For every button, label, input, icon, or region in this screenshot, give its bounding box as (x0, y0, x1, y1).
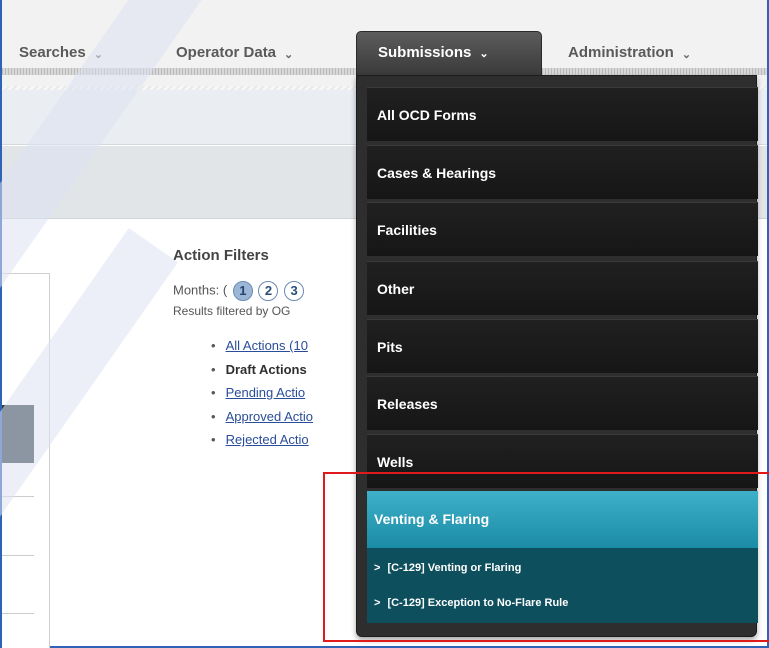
list-item: Rejected Actio (226, 428, 313, 452)
nav-label: Searches (19, 44, 86, 61)
results-filter-text: Results filtered by OG (173, 304, 291, 318)
menu-item-pits[interactable]: Pits (367, 319, 758, 373)
menu-item-label: Wells (377, 454, 414, 470)
menu-item-label: Cases & Hearings (377, 165, 497, 181)
nav-label: Operator Data (176, 44, 277, 61)
menu-item-venting-flaring[interactable]: Venting & Flaring (367, 491, 758, 548)
submenu-label: [C-129] Venting or Flaring (387, 562, 522, 574)
months-filter: Months: ( 1 2 3 (173, 281, 305, 301)
menu-item-label: Other (377, 281, 415, 297)
menu-item-other[interactable]: Other (367, 261, 758, 315)
divider (2, 496, 34, 497)
nav-item-operator-data[interactable]: Operator Data ⌄ (176, 44, 293, 61)
action-filters-title: Action Filters (173, 247, 269, 264)
menu-item-label: Venting & Flaring (374, 511, 490, 527)
submenu-link-exception-no-flare[interactable]: > [C-129] Exception to No-Flare Rule (374, 597, 568, 609)
submenu-link-venting-or-flaring[interactable]: > [C-129] Venting or Flaring (374, 562, 521, 574)
chevron-down-icon: ⌄ (284, 49, 294, 61)
submenu-label: [C-129] Exception to No-Flare Rule (387, 597, 569, 609)
all-actions-link[interactable]: All Actions (10 (226, 338, 308, 353)
nav-item-administration[interactable]: Administration ⌄ (568, 44, 691, 61)
divider (2, 555, 34, 556)
list-item: Approved Actio (226, 405, 313, 429)
list-item: All Actions (10 (226, 334, 313, 358)
approved-actions-link[interactable]: Approved Actio (226, 409, 313, 424)
chevron-down-icon: ⌄ (479, 48, 489, 60)
submenu: > [C-129] Venting or Flaring > [C-129] Exc… (367, 548, 758, 623)
nav-label: Administration (568, 44, 674, 61)
chevron-down-icon: ⌄ (93, 49, 103, 61)
menu-item-releases[interactable]: Releases (367, 376, 758, 430)
menu-item-facilities[interactable]: Facilities (367, 202, 758, 256)
submissions-dropdown: All OCD Forms Cases & Hearings Facilitie… (356, 75, 758, 637)
list-item: Draft Actions (225, 358, 313, 382)
left-panel-header (2, 405, 34, 463)
pending-actions-link[interactable]: Pending Actio (226, 385, 306, 400)
menu-item-all-ocd-forms[interactable]: All OCD Forms (367, 87, 758, 141)
menu-item-label: Pits (377, 339, 403, 355)
menu-item-label: Facilities (377, 222, 437, 238)
divider (2, 613, 34, 614)
menu-item-label: Releases (377, 396, 438, 412)
menu-item-label: All OCD Forms (377, 107, 477, 123)
nav-label: Submissions (378, 44, 472, 61)
draft-actions-label: Draft Actions (225, 361, 307, 377)
menu-item-wells[interactable]: Wells (367, 434, 758, 488)
nav-item-searches[interactable]: Searches ⌄ (19, 44, 103, 61)
month-3-button[interactable]: 3 (284, 281, 305, 301)
chevron-right-icon: > (374, 597, 381, 609)
month-2-button[interactable]: 2 (258, 281, 279, 301)
chevron-down-icon: ⌄ (681, 49, 692, 61)
list-item: Pending Actio (226, 381, 313, 405)
chevron-right-icon: > (374, 562, 381, 574)
rejected-actions-link[interactable]: Rejected Actio (226, 432, 309, 447)
menu-item-cases-hearings[interactable]: Cases & Hearings (367, 145, 758, 199)
months-label: Months: ( (173, 282, 228, 298)
nav-item-submissions[interactable]: Submissions ⌄ (356, 31, 542, 75)
actions-list: All Actions (10 Draft Actions Pending Ac… (225, 334, 313, 452)
month-1-button[interactable]: 1 (232, 281, 253, 301)
